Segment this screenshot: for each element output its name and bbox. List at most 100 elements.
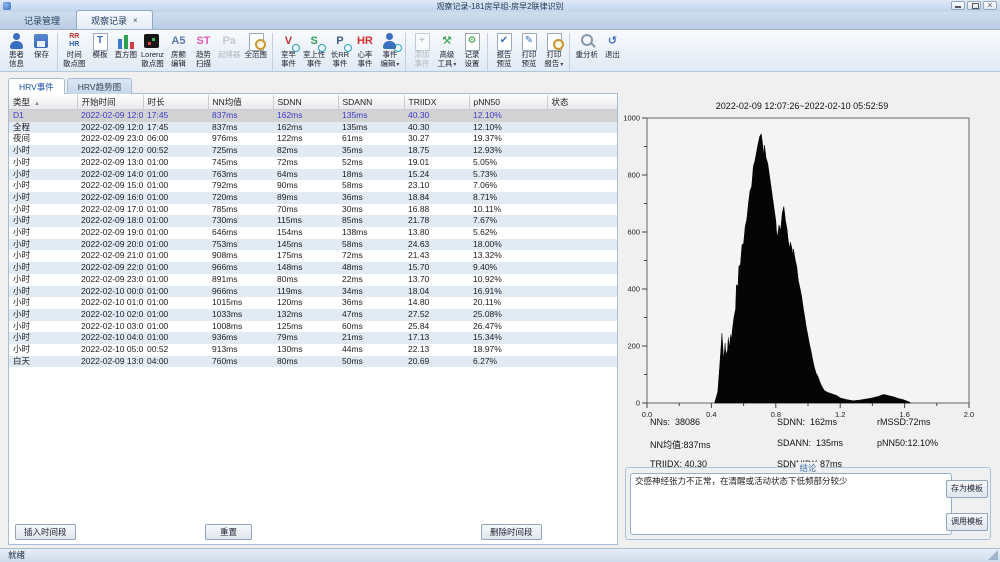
table-cell: 01:00 [143, 262, 208, 274]
table-cell: 15.70 [404, 262, 469, 274]
delete-period-button[interactable]: 删除时间段 [481, 524, 542, 540]
table-row[interactable]: 小时2022-02-10 04:0001:00936ms79ms21ms17.1… [9, 332, 617, 344]
tab-hrv-events[interactable]: HRV事件 [8, 78, 65, 94]
table-cell: 小时 [9, 262, 77, 274]
load-template-button[interactable]: 调用模板 [946, 513, 988, 531]
table-row[interactable]: 小时2022-02-09 23:0001:00891ms80ms22ms13.7… [9, 274, 617, 286]
table-row[interactable]: 小时2022-02-09 21:0001:00908ms175ms72ms21.… [9, 250, 617, 262]
v-event-button[interactable]: V室早事件 [276, 32, 301, 69]
exit-button[interactable]: ↺退出 [600, 32, 625, 61]
tab-label: 观察记录 [91, 14, 127, 27]
column-header-7[interactable]: TRIIDX [404, 95, 469, 110]
table-row[interactable]: 夜间2022-02-09 23:0006:00976ms122ms61ms30.… [9, 133, 617, 145]
table-cell [547, 110, 617, 122]
toolbar-button-label: 打印报告▾ [543, 51, 564, 69]
svg-text:400: 400 [627, 285, 640, 294]
tab-hrv-trend[interactable]: HRV趋势图 [67, 78, 132, 94]
table-cell: 162ms [273, 122, 338, 134]
close-tab-icon[interactable]: × [133, 17, 138, 25]
table-row[interactable]: 小时2022-02-09 13:0001:00745ms72ms52ms19.0… [9, 157, 617, 169]
histogram-button[interactable]: 直方图 [113, 32, 140, 61]
hr-event-button[interactable]: HR心率事件 [352, 32, 377, 69]
table-cell [547, 157, 617, 169]
report-preview-button[interactable]: ✔报告预览 [491, 32, 516, 69]
table-row[interactable]: D12022-02-09 12:0717:45837ms162ms135ms40… [9, 110, 617, 122]
time-scatter-button[interactable]: RRHR时间散点图 [61, 32, 88, 69]
table-cell: 2022-02-09 17:00 [77, 204, 143, 216]
stats-row-1: NNs: 38086SDNN: 162msrMSSD:72ms [650, 417, 931, 427]
lorenz-scatter-button[interactable]: Lorenz散点图 [139, 32, 166, 69]
resize-grip[interactable] [988, 550, 998, 560]
application-window: 观察记录-181房早组-房早2联律识别 记录管理 观察记录 × 患者信息保存RR… [0, 0, 1000, 562]
print-preview-button[interactable]: ✎打印预览 [516, 32, 541, 69]
table-row[interactable]: 小时2022-02-09 20:0001:00753ms145ms58ms24.… [9, 239, 617, 251]
table-cell: 2022-02-09 21:00 [77, 250, 143, 262]
table-row[interactable]: 小时2022-02-09 14:0001:00763ms64ms18ms15.2… [9, 169, 617, 181]
table-cell: 小时 [9, 215, 77, 227]
column-header-6[interactable]: SDANN [338, 95, 404, 110]
toolbar-separator [272, 33, 273, 71]
print-report-button[interactable]: 打印报告▾ [541, 32, 566, 70]
table-cell: 72ms [338, 250, 404, 262]
af-edit-icon: A5 [168, 33, 188, 50]
trend-scan-button[interactable]: ST趋势扫描 [191, 32, 216, 69]
table-row[interactable]: 小时2022-02-10 05:0000:52913ms130ms44ms22.… [9, 344, 617, 356]
toolbar-button-label: 添加事件 [411, 51, 432, 68]
table-row[interactable]: 小时2022-02-10 00:0001:00966ms119ms34ms18.… [9, 286, 617, 298]
af-edit-button[interactable]: A5房颤编辑 [166, 32, 191, 69]
template-button[interactable]: T模板 [88, 32, 113, 61]
table-cell: 10.92% [469, 274, 547, 286]
status-text: 就绪 [8, 550, 25, 560]
minimize-button[interactable] [951, 1, 965, 10]
column-header-5[interactable]: SDNN [273, 95, 338, 110]
tab-record-management[interactable]: 记录管理 [10, 11, 74, 29]
table-row[interactable]: 白天2022-02-09 13:0004:00760ms80ms50ms20.6… [9, 356, 617, 368]
table-row[interactable]: 小时2022-02-10 01:0001:001015ms120ms36ms14… [9, 297, 617, 309]
save-button[interactable]: 保存 [29, 32, 54, 61]
restore-button[interactable] [967, 1, 981, 10]
table-row[interactable]: 小时2022-02-09 16:0001:00720ms89ms36ms18.8… [9, 192, 617, 204]
patient-info-button[interactable]: 患者信息 [4, 32, 29, 69]
table-cell: 966ms [208, 262, 273, 274]
column-header-3[interactable]: 时长 [143, 95, 208, 110]
record-settings-button[interactable]: ⚙记录设置 [459, 32, 484, 69]
table-cell: 小时 [9, 344, 77, 356]
table-row[interactable]: 小时2022-02-09 19:0001:00646ms154ms138ms13… [9, 227, 617, 239]
column-header-4[interactable]: NN均值 [208, 95, 273, 110]
table-cell: 145ms [273, 239, 338, 251]
event-edit-button[interactable]: 事件编辑▾ [377, 32, 402, 70]
table-cell: 760ms [208, 356, 273, 368]
table-row[interactable]: 小时2022-02-09 22:0001:00966ms148ms48ms15.… [9, 262, 617, 274]
table-row[interactable]: 小时2022-02-09 15:0001:00792ms90ms58ms23.1… [9, 180, 617, 192]
reset-button[interactable]: 重置 [205, 524, 252, 540]
column-header-1[interactable]: 类型▲ [9, 95, 77, 110]
table-cell: 720ms [208, 192, 273, 204]
table-cell: 745ms [208, 157, 273, 169]
column-header-9[interactable]: 状态 [547, 95, 617, 110]
table-cell: 61ms [338, 133, 404, 145]
table-row[interactable]: 小时2022-02-10 02:0001:001033ms132ms47ms27… [9, 309, 617, 321]
table-row[interactable]: 小时2022-02-09 17:0001:00785ms70ms30ms16.8… [9, 204, 617, 216]
toolbar-button-label: 高级工具▾ [436, 51, 457, 69]
table-cell: 小时 [9, 192, 77, 204]
insert-period-button[interactable]: 插入时间段 [15, 524, 76, 540]
longrr-event-button[interactable]: P长RR事件 [327, 32, 352, 69]
table-row[interactable]: 全程2022-02-09 12:0717:45837ms162ms135ms40… [9, 122, 617, 134]
table-cell: 16.91% [469, 286, 547, 298]
conclusion-textarea[interactable]: 交感神经张力不正常，在清醒或活动状态下低频部分较少 [630, 473, 952, 535]
column-header-8[interactable]: pNN50 [469, 95, 547, 110]
reanalyze-button[interactable]: 重分析 [573, 32, 600, 61]
close-button[interactable] [983, 1, 997, 10]
advanced-tools-button[interactable]: ⚒高级工具▾ [434, 32, 459, 70]
tab-observation-record[interactable]: 观察记录 × [76, 10, 153, 29]
s-event-button[interactable]: S室上性事件 [301, 32, 328, 69]
table-cell [547, 321, 617, 333]
column-header-2[interactable]: 开始时间 [77, 95, 143, 110]
rr-histogram-chart: 020040060080010000.00.40.81.21.62.0 [622, 107, 982, 419]
table-cell: 01:00 [143, 321, 208, 333]
table-row[interactable]: 小时2022-02-09 12:0700:52725ms82ms35ms18.7… [9, 145, 617, 157]
save-as-template-button[interactable]: 存为模板 [946, 480, 988, 498]
table-row[interactable]: 小时2022-02-09 18:0001:00730ms115ms85ms21.… [9, 215, 617, 227]
table-row[interactable]: 小时2022-02-10 03:0001:001008ms125ms60ms25… [9, 321, 617, 333]
full-range-button[interactable]: 全范围 [242, 32, 269, 61]
